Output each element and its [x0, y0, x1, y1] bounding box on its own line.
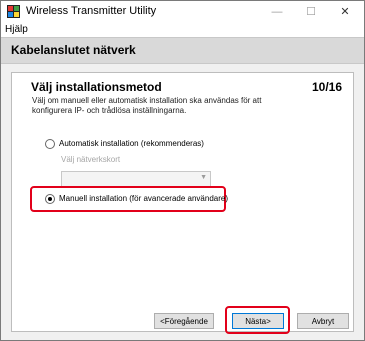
auto-install-label[interactable]: Automatisk installation (rekommenderas): [59, 139, 204, 148]
page-title: Kabelanslutet nätverk: [11, 43, 136, 57]
network-card-label: Välj nätverkskort: [61, 155, 121, 164]
network-card-select[interactable]: ▼: [61, 171, 211, 187]
step-counter: 10/16: [311, 80, 342, 94]
manual-install-label[interactable]: Manuell installation (för avancerade anv…: [59, 194, 228, 203]
back-button[interactable]: <Föregående: [154, 313, 214, 329]
minimize-icon[interactable]: —: [260, 1, 294, 23]
cancel-button[interactable]: Avbryt: [297, 313, 349, 329]
page-header: Kabelanslutet nätverk: [1, 37, 364, 64]
close-icon[interactable]: ✕: [328, 1, 362, 23]
menu-help[interactable]: Hjälp: [5, 24, 28, 35]
app-icon: [7, 5, 20, 18]
next-button[interactable]: Nästa>: [232, 313, 284, 329]
wizard-panel: Välj installationsmetod 10/16 Välj om ma…: [11, 72, 354, 334]
title-bar[interactable]: Wireless Transmitter Utility — ☐ ✕: [1, 1, 364, 23]
step-title: Välj installationsmetod: [31, 80, 162, 94]
manual-install-radio[interactable]: [45, 194, 55, 204]
app-window: Wireless Transmitter Utility — ☐ ✕ Hjälp…: [0, 0, 365, 341]
chevron-down-icon: ▼: [200, 174, 207, 181]
maximize-icon[interactable]: ☐: [294, 1, 328, 23]
auto-install-radio[interactable]: [45, 139, 55, 149]
window-title: Wireless Transmitter Utility: [26, 5, 157, 17]
menu-bar: Hjälp: [1, 23, 364, 37]
step-description: Välj om manuell eller automatisk install…: [32, 96, 262, 115]
